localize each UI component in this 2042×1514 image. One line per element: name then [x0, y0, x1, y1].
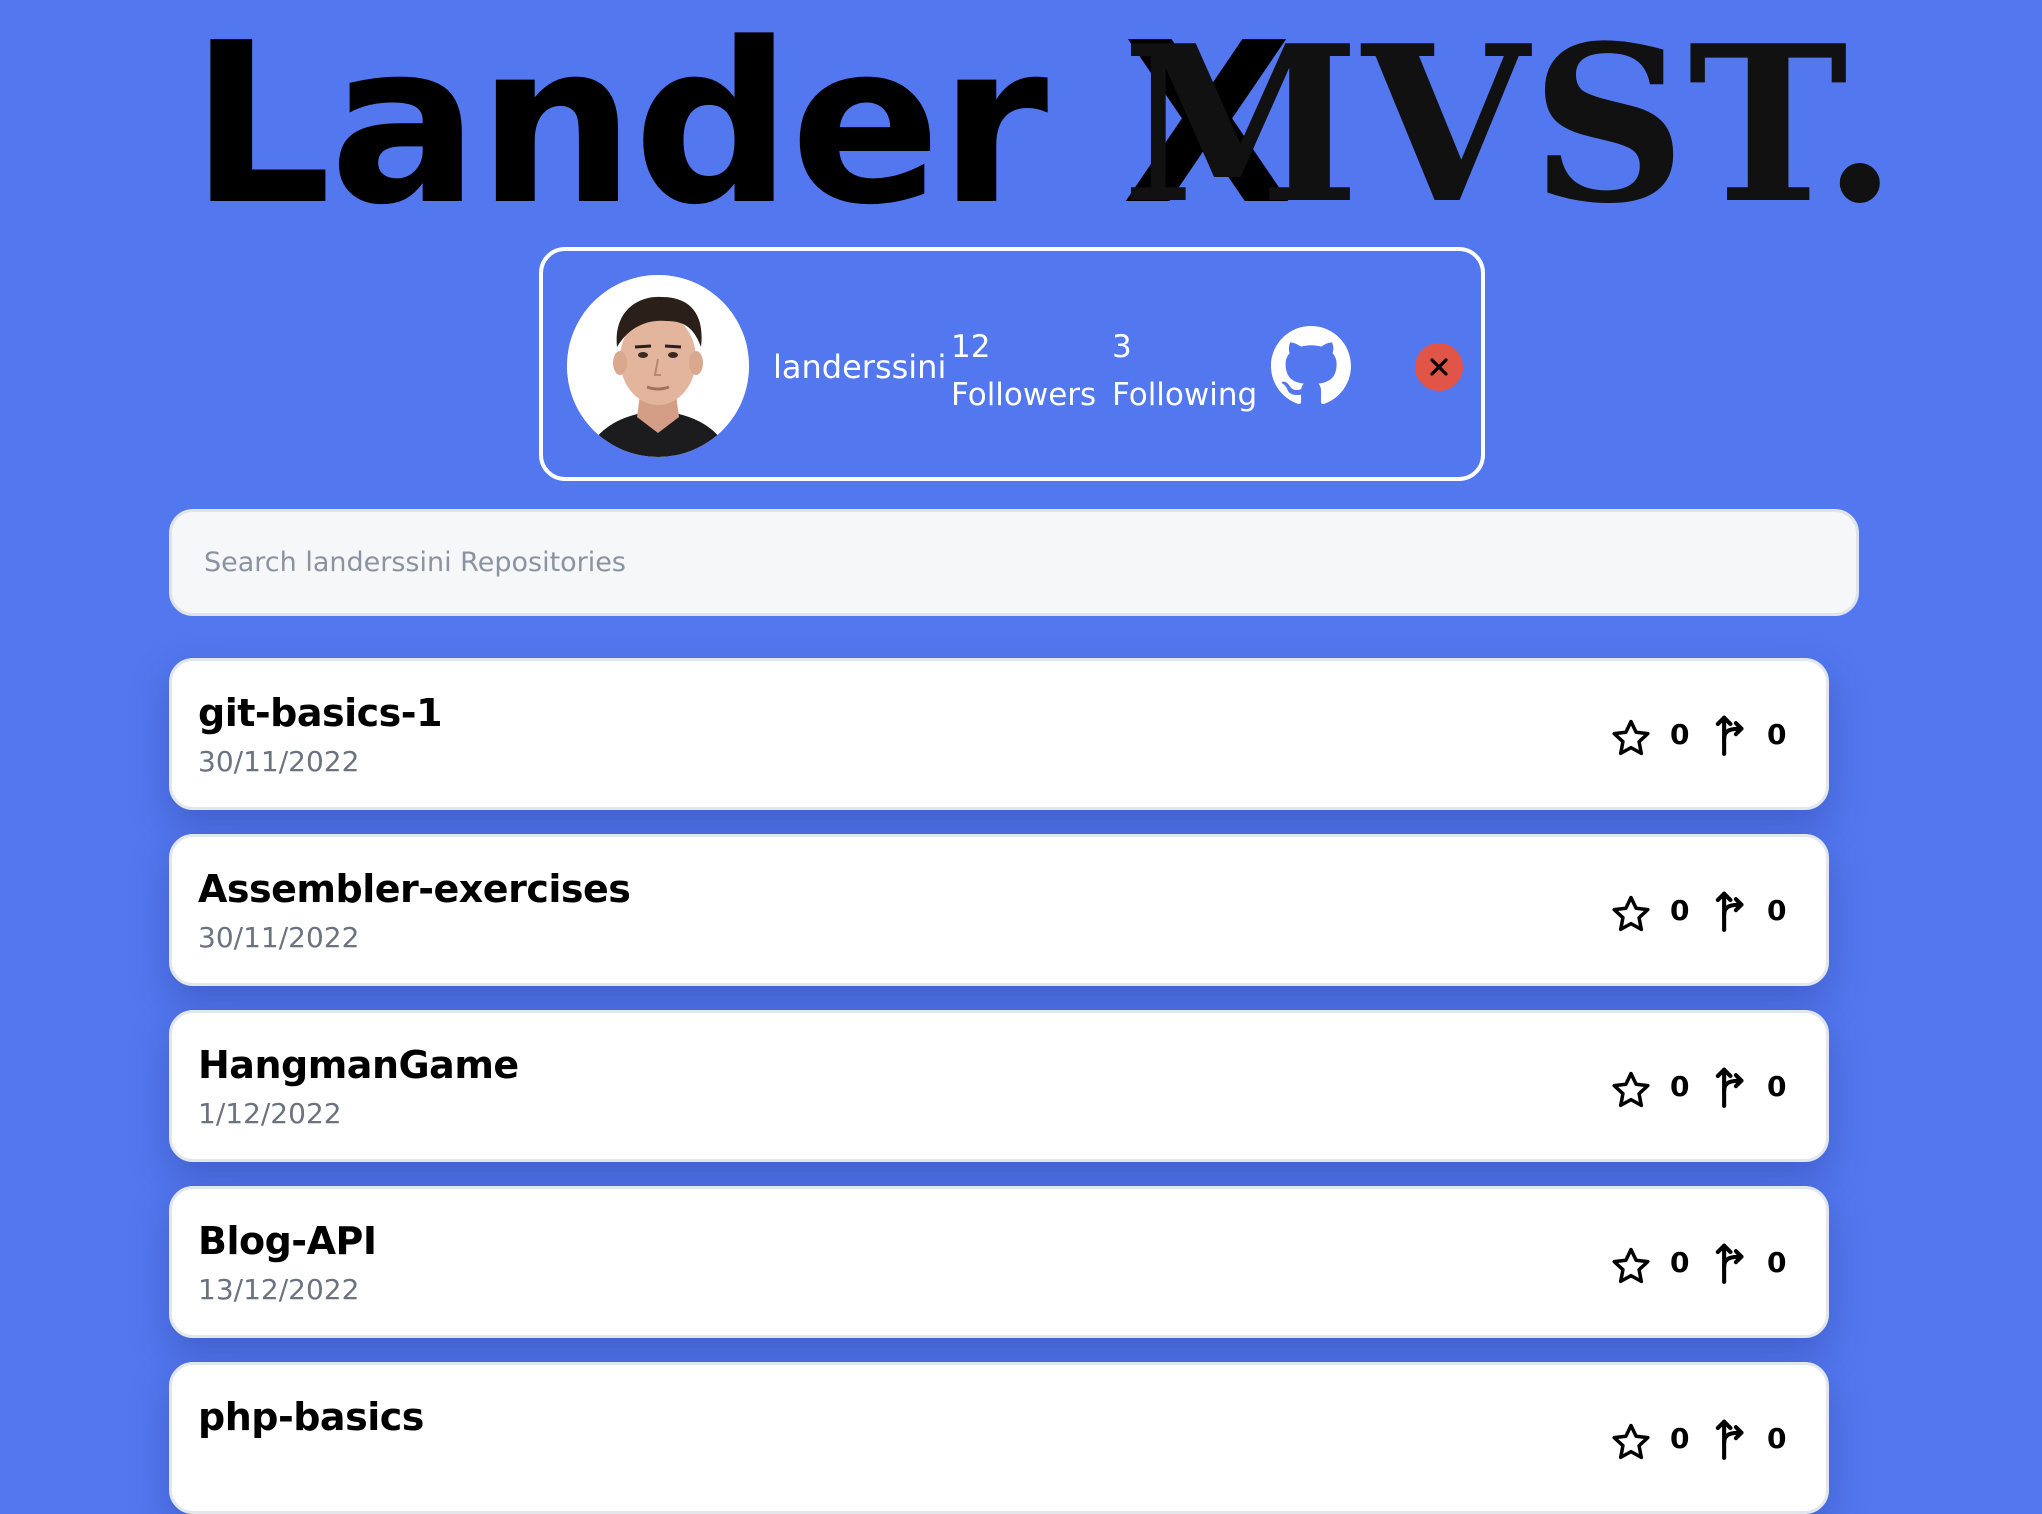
following-count: 3 — [1112, 329, 1132, 365]
following-stat: 3 Following — [1112, 323, 1257, 419]
star-icon — [1612, 895, 1650, 932]
repo-card[interactable]: HangmanGame 1/12/2022 0 0 — [169, 1010, 1829, 1162]
repo-card[interactable]: git-basics-1 30/11/2022 0 0 — [169, 658, 1829, 810]
fork-count: 0 — [1767, 894, 1787, 927]
fork-count: 0 — [1767, 1070, 1787, 1103]
profile-card: landerssini 12 Followers 3 Following — [539, 247, 1485, 481]
repo-name[interactable]: HangmanGame — [198, 1043, 519, 1087]
fork-icon — [1715, 891, 1744, 932]
star-count: 0 — [1670, 1246, 1690, 1279]
repo-name[interactable]: Blog-API — [198, 1219, 377, 1263]
star-icon — [1612, 1071, 1650, 1108]
fork-icon — [1715, 1067, 1744, 1108]
followers-label: Followers — [951, 377, 1097, 413]
fork-icon — [1715, 715, 1744, 756]
repo-name[interactable]: php-basics — [198, 1395, 424, 1439]
repo-card[interactable]: Blog-API 13/12/2022 0 0 — [169, 1186, 1829, 1338]
fork-count: 0 — [1767, 718, 1787, 751]
star-icon — [1612, 1247, 1650, 1284]
profile-username: landerssini — [773, 348, 947, 386]
repo-card[interactable]: Assembler-exercises 30/11/2022 0 0 — [169, 834, 1829, 986]
followers-count: 12 — [951, 329, 991, 365]
repo-date: 30/11/2022 — [198, 921, 360, 954]
title-mvst-logo: MVST. — [1122, 0, 1900, 251]
star-icon — [1612, 1423, 1650, 1460]
fork-icon — [1715, 1243, 1744, 1284]
following-label: Following — [1112, 377, 1258, 413]
github-icon[interactable] — [1271, 326, 1351, 406]
repo-date: 1/12/2022 — [198, 1097, 342, 1130]
close-icon — [1430, 358, 1448, 376]
star-count: 0 — [1670, 894, 1690, 927]
repo-name[interactable]: git-basics-1 — [198, 691, 443, 735]
star-count: 0 — [1670, 1070, 1690, 1103]
close-button[interactable] — [1415, 343, 1463, 391]
repo-name[interactable]: Assembler-exercises — [198, 867, 631, 911]
star-count: 0 — [1670, 1422, 1690, 1455]
user-avatar-icon — [567, 275, 749, 457]
search-input[interactable] — [169, 509, 1859, 616]
repo-date: 13/12/2022 — [198, 1273, 360, 1306]
fork-count: 0 — [1767, 1246, 1787, 1279]
fork-icon — [1715, 1419, 1744, 1460]
fork-count: 0 — [1767, 1422, 1787, 1455]
repo-date: 30/11/2022 — [198, 745, 360, 778]
repo-card[interactable]: php-basics 0 0 — [169, 1362, 1829, 1514]
followers-stat: 12 Followers — [951, 323, 1096, 419]
star-count: 0 — [1670, 718, 1690, 751]
avatar — [567, 275, 749, 457]
star-icon — [1612, 719, 1650, 756]
page-title: Lander X MVST. — [0, 0, 2042, 241]
